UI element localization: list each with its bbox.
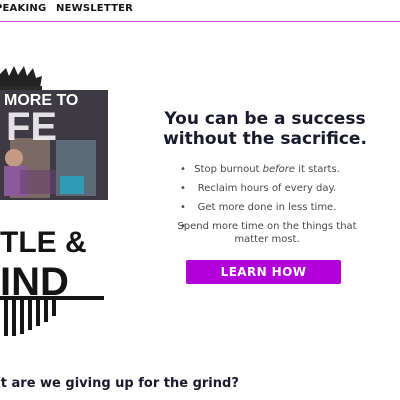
benefit-item: Reclaim hours of every day. (176, 182, 358, 195)
book-cover-image: MORE TO FE AN TLE & IND (0, 66, 108, 336)
learn-how-button[interactable]: LEARN HOW (186, 260, 341, 284)
book-title-line-2: FE (6, 105, 57, 149)
benefit-item: Get more done in less time. (176, 201, 358, 214)
benefit-item: Spend more time on the things that matte… (176, 220, 358, 246)
nav-link-newsletter[interactable]: NEWSLETTER (56, 3, 133, 14)
benefit-item: Stop burnout before it starts. (176, 163, 358, 176)
book-striped-shield (0, 300, 62, 336)
book-title-line-4: TLE & (0, 226, 87, 259)
hero-headline: You can be a success without the sacrifi… (163, 109, 367, 149)
nav-link-speaking[interactable]: PEAKING (0, 3, 46, 14)
book-title-line-3: AN (4, 201, 33, 223)
book-photo-person (5, 149, 23, 167)
top-navigation: PEAKING NEWSLETTER (0, 0, 400, 22)
section-heading: at are we giving up for the grind? (0, 376, 239, 391)
benefits-list: Stop burnout before it starts. Reclaim h… (176, 163, 358, 252)
